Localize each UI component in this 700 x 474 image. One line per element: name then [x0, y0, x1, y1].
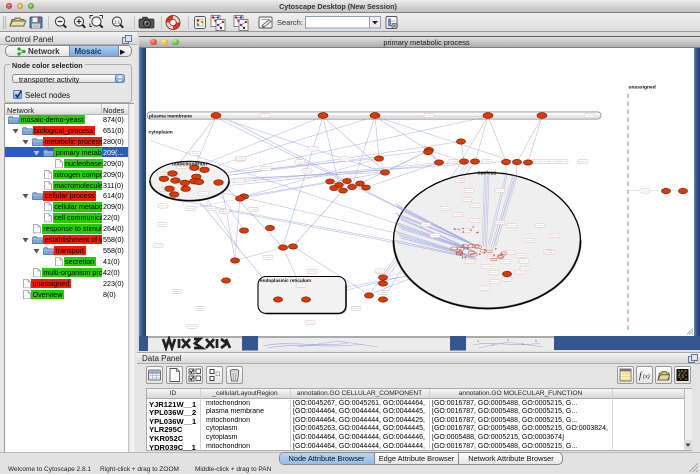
svg-text:nucleus: nucleus [478, 170, 497, 176]
svg-text:endoplasmic reticulum: endoplasmic reticulum [260, 278, 311, 283]
svg-text:Search:: Search: [277, 18, 303, 27]
svg-text:(x): (x) [643, 373, 650, 380]
svg-text:1:1: 1:1 [114, 19, 121, 24]
svg-text:cytoplasm: cytoplasm [149, 129, 174, 135]
svg-text:mitochondrion: mitochondrion [172, 161, 207, 167]
svg-text:unassigned: unassigned [629, 84, 656, 90]
svg-text:plasma membrane: plasma membrane [149, 113, 192, 119]
